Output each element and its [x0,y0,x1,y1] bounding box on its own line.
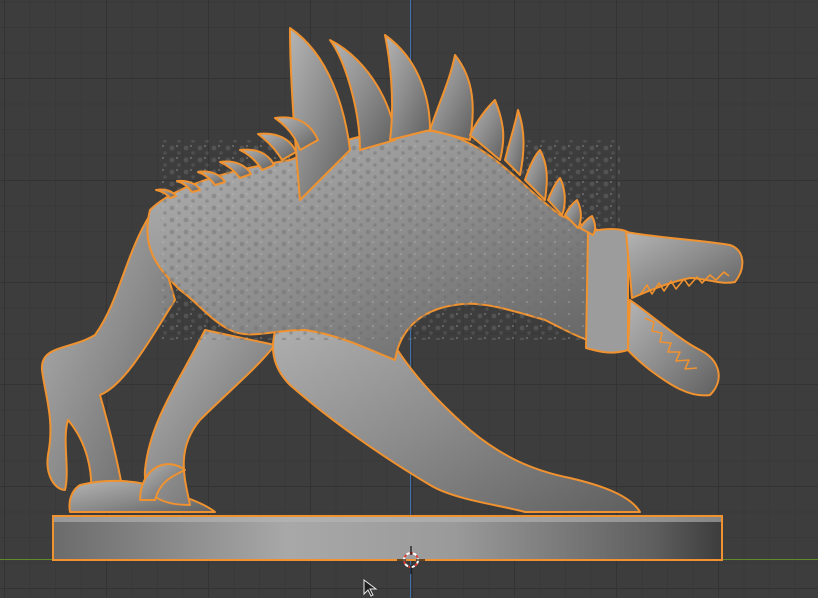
creature-sculpt[interactable] [40,27,744,513]
display-base[interactable] [52,515,723,561]
3d-cursor-icon[interactable] [396,546,426,576]
mouse-pointer-icon [363,579,378,597]
3d-viewport[interactable] [0,0,818,598]
scene-canvas[interactable] [0,0,818,598]
